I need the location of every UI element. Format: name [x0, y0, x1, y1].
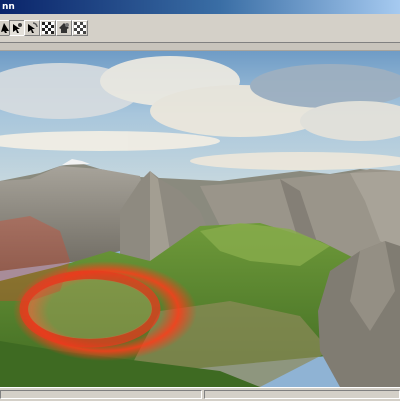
window-title: nn	[2, 2, 15, 12]
rotate-pointer-icon	[28, 22, 38, 33]
checkerboard-icon	[74, 22, 86, 34]
hand-pointer-icon	[13, 23, 22, 33]
rotate-tool-button[interactable]	[24, 20, 40, 36]
terrain-3d-viewport[interactable]	[0, 51, 400, 387]
sculpt-brush-icon	[59, 23, 69, 33]
status-pane-2	[204, 390, 400, 399]
sculpt-tool-button[interactable]	[56, 20, 72, 36]
toolbar	[0, 14, 400, 43]
title-bar: nn	[0, 0, 400, 14]
viewport-header-strip	[0, 43, 400, 51]
terrain-render[interactable]	[0, 51, 400, 387]
checker-tool-1-button[interactable]	[40, 20, 56, 36]
checker-tool-2-button[interactable]	[72, 20, 88, 36]
checkerboard-icon	[42, 22, 54, 34]
grab-tool-button[interactable]	[9, 20, 25, 36]
status-bar	[0, 387, 400, 401]
status-pane-1	[0, 390, 202, 399]
